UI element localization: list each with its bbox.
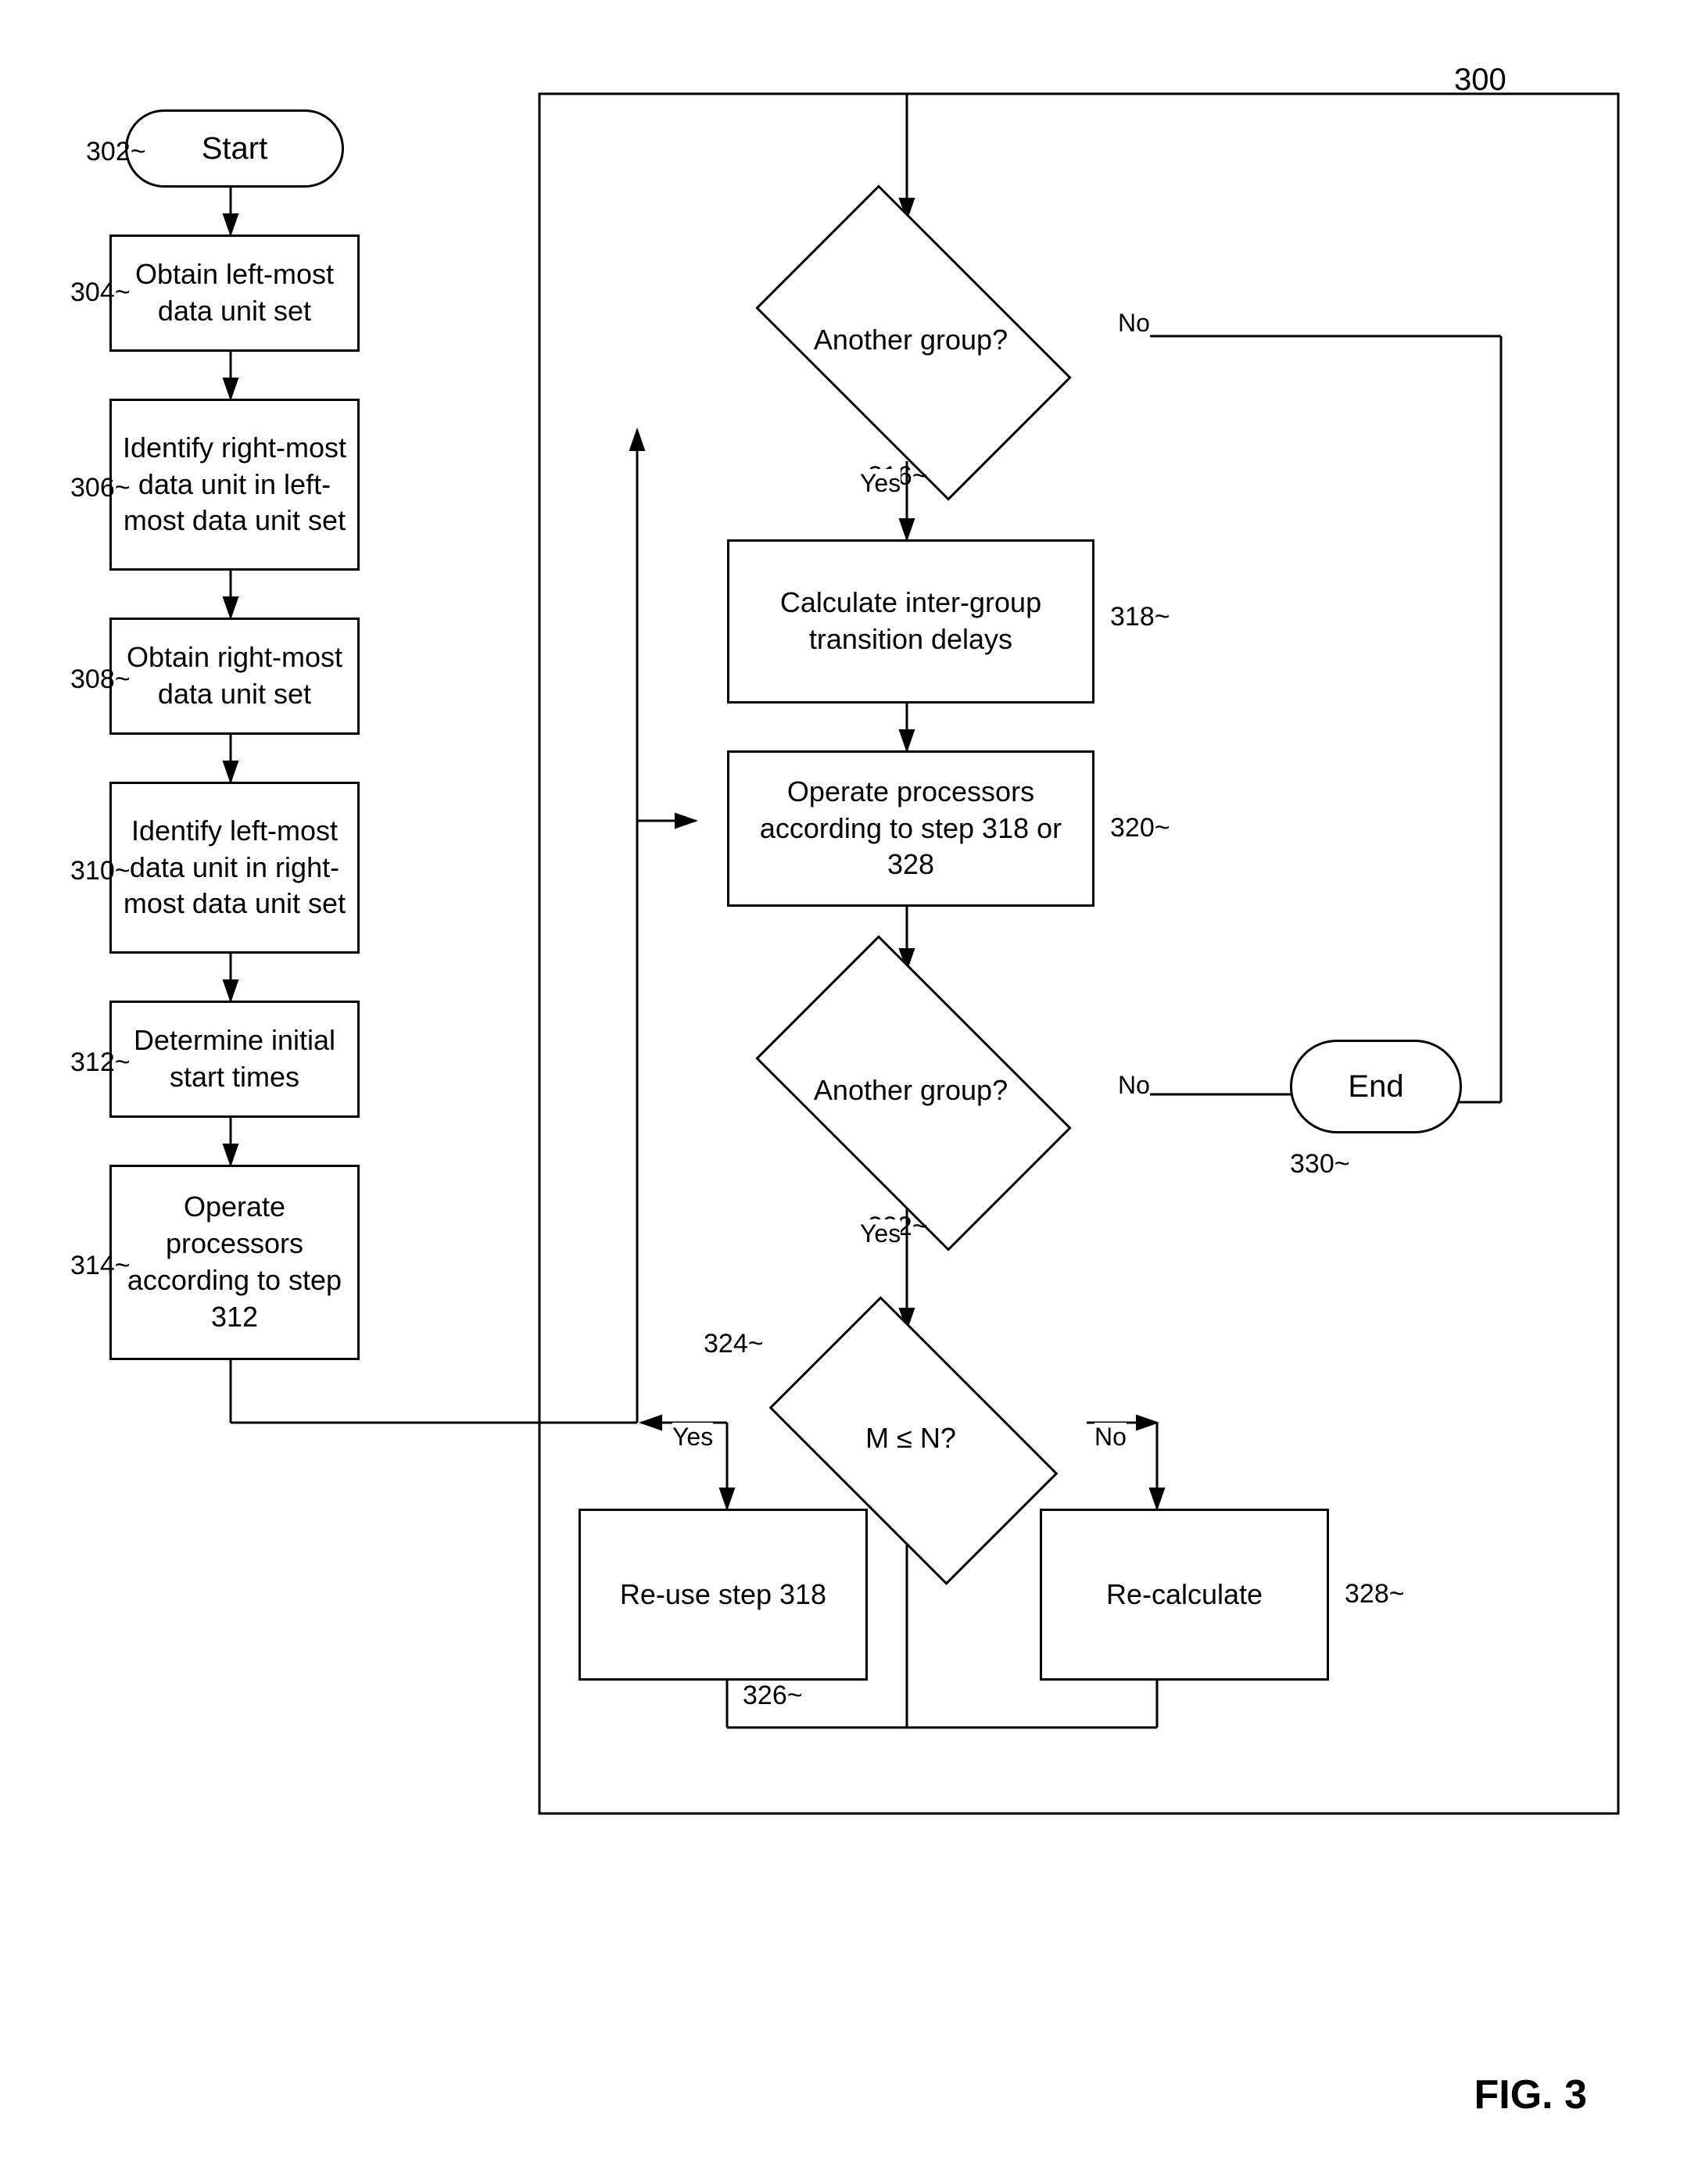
step-304-shape: Obtain left-most data unit set — [109, 235, 360, 352]
step-304-text: Obtain left-most data unit set — [120, 256, 349, 330]
step-324-text: M ≤ N? — [865, 1420, 956, 1457]
step-328-label: 328~ — [1345, 1579, 1405, 1609]
step-316-shape: Another group? — [719, 219, 1102, 461]
label-322-yes: Yes — [860, 1219, 901, 1248]
step-318-label: 318~ — [1110, 602, 1170, 632]
step-322-text: Another group? — [814, 1072, 1008, 1109]
end-shape: End — [1290, 1040, 1462, 1133]
step-314-text: Operate processors according to step 312 — [120, 1189, 349, 1335]
step-312-text: Determine initial start times — [120, 1022, 349, 1096]
step-314-shape: Operate processors according to step 312 — [109, 1165, 360, 1360]
step-306-text: Identify right-most data unit in left-mo… — [120, 430, 349, 539]
label-316-no: No — [1118, 309, 1150, 338]
step-326-shape: Re-use step 318 — [579, 1509, 868, 1681]
step-324-label: 324~ — [704, 1329, 764, 1359]
step-312-label: 312~ — [70, 1047, 131, 1078]
step-328-shape: Re-calculate — [1040, 1509, 1329, 1681]
step-308-shape: Obtain right-most data unit set — [109, 618, 360, 735]
figure-300-label: 300 — [1454, 63, 1506, 98]
step-304-label: 304~ — [70, 277, 131, 308]
label-316-yes: Yes — [860, 469, 901, 498]
step-308-text: Obtain right-most data unit set — [120, 639, 349, 713]
step-320-shape: Operate processors according to step 318… — [727, 750, 1094, 907]
step-326-label: 326~ — [743, 1681, 803, 1711]
step-318-text: Calculate inter-group transition delays — [737, 585, 1084, 658]
step-328-text: Re-calculate — [1106, 1577, 1263, 1613]
step-314-label: 314~ — [70, 1251, 131, 1281]
label-322-no: No — [1118, 1071, 1150, 1100]
step-316-text: Another group? — [814, 322, 1008, 359]
step-302-label: 302~ — [86, 137, 146, 167]
label-324-no: No — [1094, 1423, 1127, 1452]
step-310-text: Identify left-most data unit in right-mo… — [120, 813, 349, 922]
step-320-label: 320~ — [1110, 813, 1170, 843]
step-322-shape: Another group? — [719, 969, 1102, 1212]
figure-label: FIG. 3 — [1474, 2071, 1587, 2118]
step-326-text: Re-use step 318 — [620, 1577, 826, 1613]
step-306-label: 306~ — [70, 473, 131, 503]
step-310-shape: Identify left-most data unit in right-mo… — [109, 782, 360, 954]
step-312-shape: Determine initial start times — [109, 1001, 360, 1118]
step-320-text: Operate processors according to step 318… — [737, 774, 1084, 883]
step-318-shape: Calculate inter-group transition delays — [727, 539, 1094, 704]
step-310-label: 310~ — [70, 856, 131, 886]
step-306-shape: Identify right-most data unit in left-mo… — [109, 399, 360, 571]
end-label: End — [1348, 1069, 1403, 1105]
step-308-label: 308~ — [70, 664, 131, 695]
start-label: Start — [202, 131, 267, 166]
start-shape: Start — [125, 109, 344, 188]
diagram-container: Start 302~ Obtain left-most data unit se… — [47, 47, 1650, 2142]
label-324-yes: Yes — [672, 1423, 713, 1452]
step-330-label: 330~ — [1290, 1149, 1350, 1180]
